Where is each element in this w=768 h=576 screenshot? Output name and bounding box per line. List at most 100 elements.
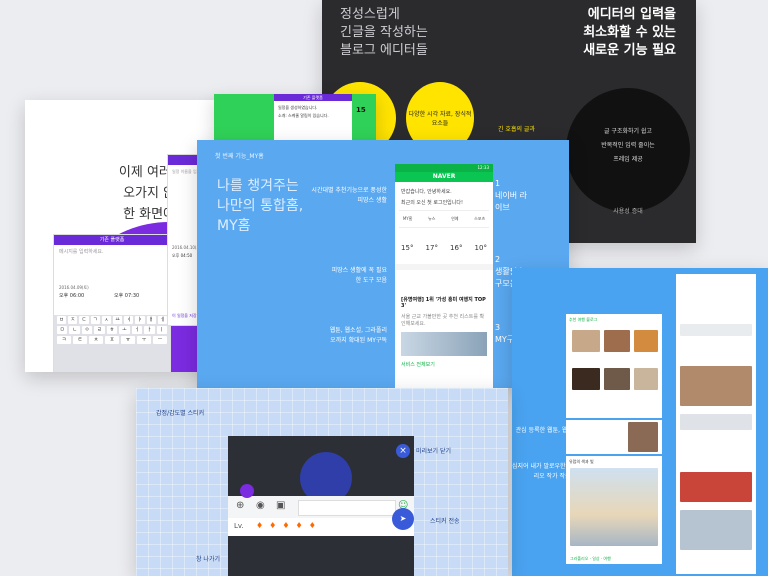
point-1: 1 네이버 라이브 <box>495 178 531 214</box>
keyboard-key[interactable]: ㅔ <box>157 316 168 324</box>
desc-2: 피땅스 생활에 꼭 필요한 도구 모음 <box>331 267 387 284</box>
weather-row: 15° 17° 16° 10° <box>395 230 493 256</box>
keyboard-key[interactable]: ㅏ <box>144 326 155 334</box>
grafolio-illustration <box>570 468 658 546</box>
keyboard-key[interactable]: ㅕ <box>124 316 134 324</box>
keyboard-key[interactable]: ㅇ <box>81 326 93 334</box>
weather-today: 15° <box>401 244 414 252</box>
feature-card-sticker: 감정/감도별 스티커 × ⊕ ◉ ▣ ☺ Lv. ♦♦♦♦♦ ➤ 미리보기 닫기… <box>136 388 508 576</box>
keyboard-key[interactable]: ㅁ <box>57 326 68 334</box>
headline-line-3: MY홈 <box>217 218 251 234</box>
circle-caption: 긴 호흡의 글과 <box>498 126 535 133</box>
keyboard: ㅂㅈㄷㄱㅅㅛㅕㅑㅐㅔ ㅁㄴㅇㄹㅎㅗㅓㅏㅣ ㅋㅌㅊㅍㅠㅜㅡ <box>54 315 170 372</box>
exit-dot-icon[interactable] <box>240 484 254 498</box>
label-close-preview: 미리보기 닫기 <box>416 448 452 455</box>
feed-item-4 <box>680 472 752 502</box>
keyboard-key[interactable]: ㄴ <box>69 326 80 334</box>
black-circle: 글 구조화하기 쉽고 반복적인 입력 줄이는 프레임 제공 사용성 증대 <box>566 88 690 215</box>
keyboard-key[interactable]: ㄹ <box>94 326 105 334</box>
webtoon-tile <box>566 420 662 454</box>
keyboard-key[interactable]: ㅗ <box>119 326 130 334</box>
phone-mockup: 기존 플랫폼 메시지를 입력하세요. 2016.04.09(토) 오후 06:0… <box>53 234 171 372</box>
feature-card-schedule: 이제 여러 창 오가지 않고 한 화면에서 기존 플랫폼 메시지를 입력하세요.… <box>25 100 221 372</box>
date-text: 2016.04.09(토) <box>59 285 89 290</box>
section-gap <box>395 264 493 270</box>
black-circle-line-1: 글 구조화하기 쉽고 <box>604 128 652 135</box>
keyboard-key[interactable]: ㅑ <box>135 316 145 324</box>
service-footer[interactable]: 서비스 전체보기 <box>395 359 493 370</box>
weather-2: 17° <box>425 244 438 252</box>
feed-phone <box>676 274 756 574</box>
green-badge: 15 <box>356 106 366 114</box>
keyboard-key[interactable]: ㅅ <box>101 316 112 324</box>
headline-line-2: 나만의 통합홈, <box>217 198 304 214</box>
sticker-side-label: 감정/감도별 스티커 <box>156 410 205 417</box>
chat-text-input[interactable] <box>298 500 396 516</box>
tab-news[interactable]: 뉴스 <box>428 216 435 222</box>
add-icon[interactable]: ⊕ <box>236 500 244 511</box>
message-input[interactable]: 메시지를 입력하세요. <box>54 245 170 258</box>
tab-sports[interactable]: 스포츠 <box>474 216 485 222</box>
black-circle-line-2: 반복적인 입력 줄이는 <box>601 142 655 149</box>
feature-card-subscription: 관심 등록한 웹툰, 웹소설은 물론 심지어 내가 말로우한 그라폴리오 작가 … <box>512 268 768 576</box>
greeting: 반갑습니다, 안녕하세요. <box>401 189 452 195</box>
desc-1: 시간대별 추천기능으로 풍성한 피땅스 생활 <box>311 187 387 204</box>
keyboard-key[interactable]: ㄷ <box>79 316 89 324</box>
divider <box>399 227 489 228</box>
keyboard-key[interactable]: ㄱ <box>90 316 100 324</box>
photo-5 <box>604 368 630 390</box>
black-circle-line-3: 프레임 제공 <box>613 156 643 163</box>
recommend-tile: 추천 여행 블로그 <box>566 314 662 418</box>
keyboard-key[interactable]: ㅜ <box>137 336 151 344</box>
feature-card-green: 기존 플랫폼 일정을 생성하였습니다. 소개: 스케줄 알림이 있습니다. 15 <box>214 94 376 142</box>
grafolio-title: 유럽의 색과 빛 <box>569 459 594 464</box>
send-sticker-icon[interactable]: ➤ <box>392 508 414 530</box>
green-line-2: 소개: 스케줄 알림이 있습니다. <box>278 113 329 118</box>
keyboard-key[interactable]: ㅋ <box>57 336 71 344</box>
keyboard-key[interactable]: ㅍ <box>105 336 119 344</box>
keyboard-key[interactable]: ㅡ <box>153 336 167 344</box>
label-exit-window: 창 나가기 <box>196 556 220 563</box>
keyboard-key[interactable]: ㅛ <box>113 316 123 324</box>
green-card-bar: 기존 플랫폼 <box>274 94 352 101</box>
chat-input-bar: ⊕ ◉ ▣ ☺ <box>228 496 414 518</box>
feed-item-5 <box>680 510 752 550</box>
keyboard-key[interactable]: ㅓ <box>131 326 143 334</box>
keyboard-key[interactable]: ㅠ <box>121 336 135 344</box>
headline-line-1: 나를 챙겨주는 <box>217 178 299 194</box>
status-bar: 12:33 <box>395 164 493 172</box>
keyboard-key[interactable]: ㅎ <box>106 326 118 334</box>
level-flame-icons[interactable]: ♦♦♦♦♦ <box>256 521 322 530</box>
point-1-number: 1 <box>495 179 501 188</box>
news-title[interactable]: [유명여행] 1위 '가성 흥미 여행지 TOP 3' <box>395 278 493 311</box>
greeting-2: 최근의 오신 첫 로그인입니다! <box>401 200 463 206</box>
camera-icon[interactable]: ◉ <box>256 500 265 511</box>
feed-item-1 <box>680 324 752 336</box>
close-icon[interactable]: × <box>396 444 410 458</box>
desc-3: 웹툰, 웹소설, 그라폴리오까지 확대된 MY구독 <box>329 327 387 344</box>
keyboard-key[interactable]: ㅊ <box>89 336 103 344</box>
save-schedule-button[interactable]: 이 일정을 저장 <box>172 313 197 319</box>
photo-6 <box>634 368 658 390</box>
news-body: 서울 근교 가볼만한 곳 추천 리스트를 확인해보세요. <box>401 314 485 327</box>
feed-item-3 <box>680 414 752 430</box>
keyboard-key[interactable]: ㅌ <box>73 336 87 344</box>
tab-myhome[interactable]: MY홈 <box>403 216 413 222</box>
keyboard-key[interactable]: ㅈ <box>68 316 78 324</box>
grafolio-footer[interactable]: 그라폴리오 · 일상 · 여행 <box>570 556 611 562</box>
time-start: 오후 06:00 <box>59 293 85 299</box>
keyboard-key[interactable]: ㅂ <box>57 316 67 324</box>
keyboard-key[interactable]: ㅣ <box>156 326 167 334</box>
left-line-3: 블로그 에디터들 <box>340 43 428 58</box>
grafolio-tile: 유럽의 색과 빛 그라폴리오 · 일상 · 여행 <box>566 456 662 564</box>
feed-item-2 <box>680 366 752 406</box>
green-card-phone: 기존 플랫폼 일정을 생성하였습니다. 소개: 스케줄 알림이 있습니다. <box>274 94 352 142</box>
keyboard-row-2: ㅁㄴㅇㄹㅎㅗㅓㅏㅣ <box>54 325 170 335</box>
naver-phone: 12:33 NAVER 반갑습니다, 안녕하세요. 최근의 오신 첫 로그인입니… <box>395 164 493 388</box>
label-send-sticker: 스티커 전송 <box>430 518 460 525</box>
phone-top-bar: 기존 플랫폼 <box>54 235 170 245</box>
webtoon-thumb <box>628 422 658 452</box>
tab-entertainment[interactable]: 연예 <box>451 216 458 222</box>
keyboard-key[interactable]: ㅐ <box>146 316 156 324</box>
image-icon[interactable]: ▣ <box>276 500 285 511</box>
